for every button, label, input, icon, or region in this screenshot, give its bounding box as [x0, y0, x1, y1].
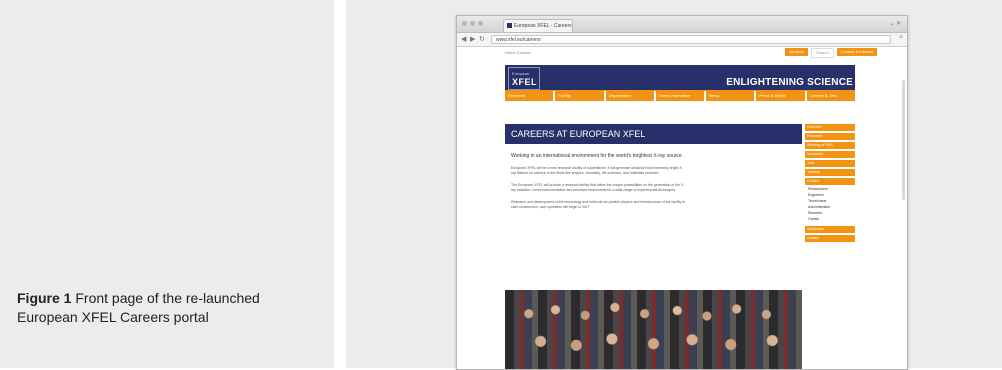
side-navigation: Overview Research Working at XFEL Vacanc…: [805, 124, 855, 244]
browser-window: European XFEL - Careers ⌄ ✕ ◀ ▶ ↻ www.xf…: [456, 15, 908, 370]
body-paragraph-1: European XFEL will be a new research fac…: [511, 166, 683, 175]
top-buttons: Deutsch Search Contact & Intranet: [785, 48, 877, 58]
browser-tab-title: European XFEL - Careers: [514, 23, 572, 29]
web-page: Home Contact Deutsch Search Contact & In…: [457, 47, 907, 369]
minimize-icon[interactable]: [470, 21, 475, 26]
main-content: CAREERS AT EUROPEAN XFEL Working in an i…: [505, 124, 802, 217]
nav-item-facility[interactable]: Facility: [555, 91, 604, 101]
top-button-search[interactable]: Search: [811, 48, 834, 58]
side-nav-overview[interactable]: Overview: [805, 124, 855, 131]
window-controls-icon[interactable]: ⌄ ✕: [889, 20, 901, 27]
reload-icon[interactable]: ↻: [479, 35, 485, 44]
nav-item-news[interactable]: News: [706, 91, 755, 101]
side-sub-guests[interactable]: Guests: [805, 217, 855, 222]
main-navigation: Research Facility Organization Users Inf…: [505, 91, 855, 101]
maximize-icon[interactable]: [478, 21, 483, 26]
browser-tab[interactable]: European XFEL - Careers: [503, 19, 573, 32]
site-banner: European XFEL ENLIGHTENING SCIENCE: [505, 65, 855, 91]
side-nav-contact-bottom[interactable]: Contact: [805, 235, 855, 242]
top-utility-links[interactable]: Home Contact: [505, 50, 531, 55]
address-bar[interactable]: www.xfel.eu/careers: [491, 35, 891, 44]
nav-item-users[interactable]: Users Information: [655, 91, 705, 101]
caption-panel: Figure 1 Front page of the re-launched E…: [0, 0, 334, 368]
side-nav-jobs[interactable]: Jobs: [805, 160, 855, 167]
group-photo: [505, 290, 802, 369]
side-nav-research[interactable]: Research: [805, 133, 855, 140]
close-icon[interactable]: [462, 21, 467, 26]
top-button-contact[interactable]: Contact & Intranet: [836, 48, 877, 56]
page-scrollbar[interactable]: [902, 80, 905, 200]
page-title: CAREERS AT EUROPEAN XFEL: [505, 124, 802, 144]
figure-caption: Figure 1 Front page of the re-launched E…: [17, 289, 307, 327]
side-sub-students[interactable]: Students: [805, 211, 855, 216]
intro-text: Working in an international environment …: [511, 153, 682, 159]
caption-label: Figure 1: [17, 290, 72, 306]
side-nav-contact[interactable]: Contact: [805, 178, 855, 185]
top-button-deutsch[interactable]: Deutsch: [785, 48, 809, 56]
nav-item-organization[interactable]: Organization: [605, 91, 654, 101]
menu-icon[interactable]: ≡: [899, 34, 903, 41]
nav-item-careers[interactable]: Careers & Jobs: [806, 91, 855, 101]
side-sub-administration[interactable]: Administration: [805, 205, 855, 210]
side-nav-application[interactable]: Application: [805, 226, 855, 233]
site-tagline: ENLIGHTENING SCIENCE: [726, 77, 853, 88]
browser-toolbar: ◀ ▶ ↻ www.xfel.eu/careers ≡: [457, 33, 907, 47]
nav-item-press[interactable]: Press & Media: [756, 91, 805, 101]
side-sub-technicians[interactable]: Technicians: [805, 199, 855, 204]
side-nav-training[interactable]: Training: [805, 169, 855, 176]
nav-item-research[interactable]: Research: [505, 91, 554, 101]
side-nav-working[interactable]: Working at XFEL: [805, 142, 855, 149]
forward-arrow-icon[interactable]: ▶: [470, 35, 475, 44]
back-arrow-icon[interactable]: ◀: [461, 35, 466, 44]
logo-small-text: European: [512, 71, 530, 76]
body-paragraph-2: The European XFEL will provide a researc…: [511, 183, 685, 192]
favicon-icon: [507, 23, 512, 28]
body-paragraph-3: Research and development of the technolo…: [511, 200, 686, 209]
side-nav-vacancies[interactable]: Vacancies: [805, 151, 855, 158]
side-sub-researchers[interactable]: Researchers: [805, 187, 855, 192]
side-sub-engineers[interactable]: Engineers: [805, 193, 855, 198]
browser-titlebar: European XFEL - Careers ⌄ ✕: [457, 16, 907, 33]
xfel-logo[interactable]: European XFEL: [508, 67, 540, 90]
logo-main-text: XFEL: [512, 77, 538, 87]
